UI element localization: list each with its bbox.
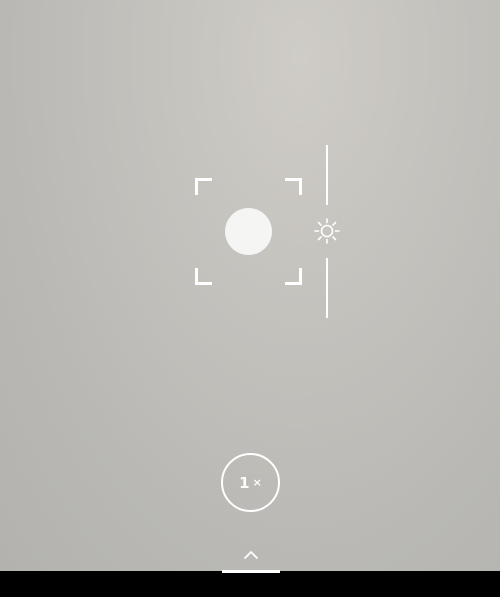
sun-icon[interactable]	[312, 216, 342, 246]
focus-corner-top-left	[195, 178, 212, 195]
exposure-slider-track-lower[interactable]	[326, 258, 328, 318]
active-mode-indicator	[222, 570, 280, 573]
zoom-value: 1	[239, 473, 250, 492]
mode-bar	[0, 571, 500, 597]
zoom-button[interactable]: 1 ×	[221, 453, 280, 512]
focus-corner-top-right	[285, 178, 302, 195]
exposure-slider-track-upper[interactable]	[326, 145, 328, 205]
focus-corner-bottom-right	[285, 268, 302, 285]
focus-corner-bottom-left	[195, 268, 212, 285]
focus-point[interactable]	[225, 208, 272, 255]
chevron-up-icon[interactable]	[243, 549, 259, 561]
zoom-unit: ×	[252, 476, 262, 489]
camera-viewfinder[interactable]: 1 ×	[0, 0, 500, 571]
